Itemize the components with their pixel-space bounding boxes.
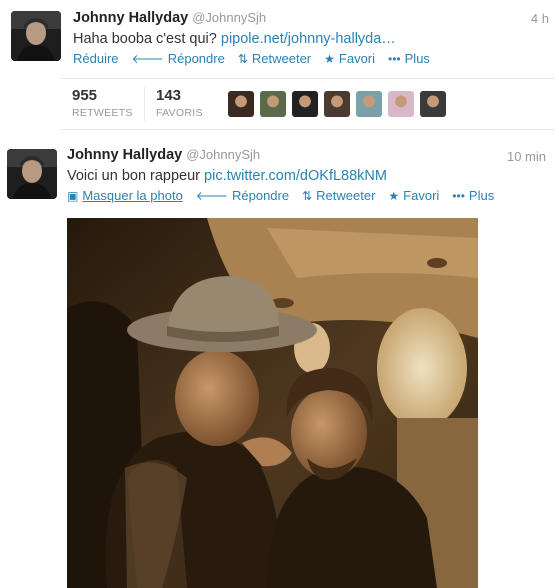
display-name[interactable]: Johnny Hallyday [67,147,182,163]
favorites-stat[interactable]: 143 FAVORIS [156,87,203,119]
avatar-image [7,149,57,199]
favorite-label: Favori [403,188,440,203]
favoriter-avatar[interactable] [324,91,350,117]
tweet-text: Voici un bon rappeur pic.twitter.com/dOK… [67,168,387,184]
reply-button[interactable]: 🡐 Répondre [196,188,289,203]
author-name[interactable]: Johnny Hallyday @JohnnySjh [67,147,260,163]
retweets-count: 955 [72,87,98,104]
favorites-label: FAVORIS [156,107,203,119]
collapse-button[interactable]: Réduire [73,51,119,66]
favoriter-avatar[interactable] [356,91,382,117]
retweet-label: Retweeter [316,188,376,203]
favorite-button[interactable]: ★ Favori [324,51,375,66]
star-icon: ★ [324,51,335,66]
retweets-stat[interactable]: 955 RETWEETS [72,87,133,119]
favoriter-avatar[interactable] [388,91,414,117]
reply-label: Répondre [167,51,225,66]
favoriter-avatar[interactable] [420,91,446,117]
hide-photo-button[interactable]: ▣ Masquer la photo [67,188,183,203]
timestamp[interactable]: 4 h [531,11,549,26]
favorite-label: Favori [338,51,376,66]
more-label: Plus [404,51,430,66]
avatar[interactable] [7,149,57,199]
retweet-icon: ⇅ [237,51,248,66]
retweet-icon: ⇅ [302,188,313,203]
favoriter-avatars [228,91,452,117]
favorite-button[interactable]: ★ Favori [388,188,439,203]
user-handle[interactable]: @JohnnySjh [186,147,260,162]
tweet-text-body: Haha booba c'est qui? [73,31,221,47]
collapse-label: Réduire [73,51,119,66]
more-label: Plus [468,188,495,203]
avatar[interactable] [11,11,61,61]
reply-arrow-icon: 🡐 [195,188,228,203]
photo-icon: ▣ [67,188,79,203]
retweet-label: Retweeter [251,51,312,66]
more-button[interactable]: ••• Plus [388,51,430,66]
more-button[interactable]: ••• Plus [452,188,494,203]
retweet-button[interactable]: ⇅ Retweeter [302,188,375,203]
favoriter-avatar[interactable] [260,91,286,117]
favorites-count: 143 [156,87,182,104]
timestamp[interactable]: 10 min [507,149,546,164]
tweet-actions: ▣ Masquer la photo 🡐 Répondre ⇅ Retweeter ★… [67,188,507,203]
display-name[interactable]: Johnny Hallyday [73,10,188,26]
stats-divider [144,87,145,121]
reply-arrow-icon: 🡐 [131,51,164,66]
retweet-button[interactable]: ⇅ Retweeter [238,51,311,66]
photo-image [67,218,478,588]
tweet-text-body: Voici un bon rappeur [67,168,205,184]
tweet-actions: Réduire 🡐 Répondre ⇅ Retweeter ★ Favori •••… [73,51,443,66]
tweet-1: Johnny Hallyday @JohnnySjh 4 h Haha booba… [0,0,559,135]
ellipsis-icon: ••• [388,51,401,66]
tweet-text: Haha booba c'est qui? pipole.net/johnny-… [73,31,396,47]
author-name[interactable]: Johnny Hallyday @JohnnySjh [73,10,266,26]
tweet-link[interactable]: pipole.net/johnny-hallyda… [221,31,396,47]
tweet-link[interactable]: pic.twitter.com/dOKfL88kNM [204,168,387,184]
reply-label: Répondre [231,188,290,203]
reply-button[interactable]: 🡐 Répondre [132,51,225,66]
hide-photo-label: Masquer la photo [82,188,183,203]
avatar-image [11,11,61,61]
favoriter-avatar[interactable] [292,91,318,117]
retweets-label: RETWEETS [72,107,133,119]
ellipsis-icon: ••• [452,188,465,203]
tweet-stats: 955 RETWEETS 143 FAVORIS [60,78,555,130]
user-handle[interactable]: @JohnnySjh [192,10,266,25]
star-icon: ★ [388,188,400,203]
tweet-photo[interactable] [67,218,478,588]
favoriter-avatar[interactable] [228,91,254,117]
